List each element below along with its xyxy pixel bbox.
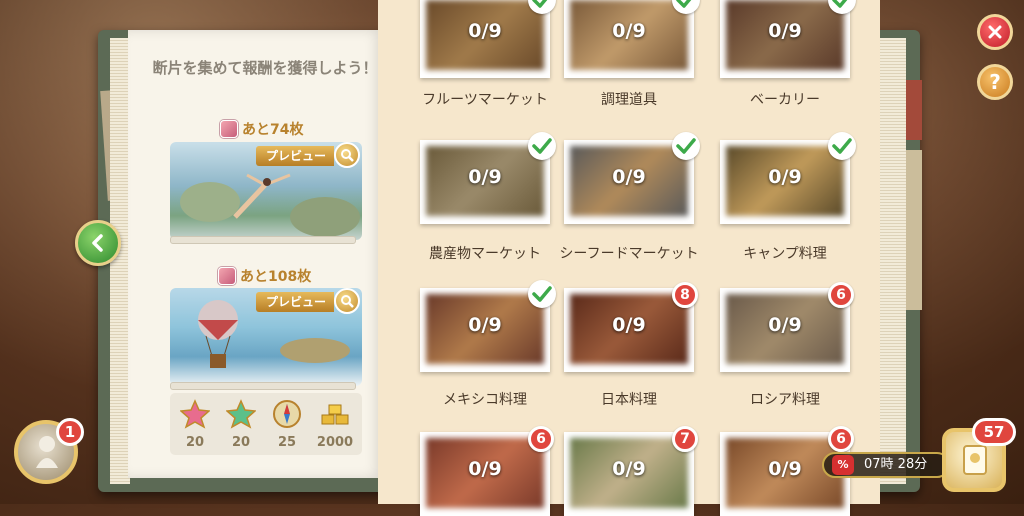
new-shards-badge: 7 <box>672 426 698 452</box>
new-shards-badge: 8 <box>672 282 698 308</box>
percent-icon: % <box>832 455 854 475</box>
reward-value: 20 <box>231 435 251 450</box>
reward2-progress-bar <box>170 382 356 390</box>
gold-bars-icon <box>321 404 349 425</box>
category-label: ベーカリー <box>750 92 820 108</box>
category-label: ロシア料理 <box>750 392 820 408</box>
reward-item: 2000 <box>312 393 358 455</box>
category-count: 0/9 <box>468 314 502 336</box>
category-count: 0/9 <box>468 458 502 480</box>
category-card[interactable]: 0/9 <box>564 0 694 78</box>
reward1-remaining: あと74枚 <box>220 118 303 140</box>
reward2-remaining: あと108枚 <box>218 265 311 287</box>
category-label: メキシコ料理 <box>443 392 527 408</box>
reward-value: 25 <box>277 435 297 450</box>
island-shape <box>280 338 350 363</box>
check-icon <box>672 132 700 160</box>
book-page-edges-left <box>110 38 130 484</box>
category-label: シーフードマーケット <box>559 246 699 262</box>
event-timer: % 07時 28分 <box>822 452 950 478</box>
category-count: 0/9 <box>612 314 646 336</box>
card-pack-icon <box>963 445 987 475</box>
reward2-image[interactable]: プレビュー <box>170 288 362 386</box>
reward1-magnifier-button[interactable] <box>334 142 360 168</box>
reward-value: 2000 <box>316 435 354 450</box>
chevron-left-icon <box>92 234 103 252</box>
reward-item: 20 <box>218 393 264 455</box>
balloon-figure <box>198 300 238 368</box>
category-count: 0/9 <box>612 20 646 42</box>
check-icon <box>528 280 556 308</box>
timer-text: 07時 28分 <box>864 457 928 472</box>
reward1-preview-label[interactable]: プレビュー <box>255 146 334 166</box>
magnifier-icon <box>341 295 354 308</box>
reward-item: 20 <box>172 393 218 455</box>
inventory-badge: 57 <box>972 418 1016 446</box>
reward2-preview-label[interactable]: プレビュー <box>255 292 334 312</box>
reward2-remaining-label: あと108枚 <box>240 269 312 285</box>
book-page-edges-right <box>880 38 906 484</box>
category-count: 0/9 <box>612 458 646 480</box>
close-button[interactable] <box>977 14 1013 50</box>
reward1-remaining-label: あと74枚 <box>242 122 304 138</box>
bottom-rewards-panel: 20 20 25 2000 <box>170 393 362 455</box>
category-label: 日本料理 <box>601 392 657 408</box>
category-label: 農産物マーケット <box>429 246 541 262</box>
reward-value: 20 <box>185 435 205 450</box>
category-count: 0/9 <box>768 20 802 42</box>
category-label: キャンプ料理 <box>743 246 827 262</box>
magnifier-icon <box>341 149 354 162</box>
reward2-magnifier-button[interactable] <box>334 288 360 314</box>
back-button[interactable] <box>75 220 121 266</box>
category-count: 0/9 <box>768 314 802 336</box>
category-label: 調理道具 <box>601 92 657 108</box>
check-icon <box>828 132 856 160</box>
green-star-icon <box>226 399 256 429</box>
intro-text: 断片を集めて報酬を獲得しよう！ <box>152 59 378 77</box>
diver-figure <box>233 173 291 219</box>
category-card[interactable]: 0/9 <box>720 0 850 78</box>
reward-item: 25 <box>264 393 310 455</box>
compass-icon <box>273 400 301 428</box>
new-shards-badge: 6 <box>828 426 854 452</box>
check-icon <box>528 132 556 160</box>
help-button[interactable]: ? <box>977 64 1013 100</box>
reward1-progress-bar <box>170 236 356 244</box>
profile-badge: 1 <box>56 418 84 446</box>
category-count: 0/9 <box>468 166 502 188</box>
pink-star-icon <box>180 399 210 429</box>
new-shards-badge: 6 <box>528 426 554 452</box>
category-count: 0/9 <box>468 20 502 42</box>
new-shards-badge: 6 <box>828 282 854 308</box>
close-icon <box>988 25 1002 39</box>
reward1-image[interactable]: プレビュー <box>170 142 362 240</box>
shard-icon <box>218 267 236 285</box>
island-shape <box>290 197 360 237</box>
shard-icon <box>220 120 238 138</box>
category-count: 0/9 <box>768 166 802 188</box>
category-count: 0/9 <box>612 166 646 188</box>
category-label: フルーツマーケット <box>422 92 548 108</box>
category-card[interactable]: 0/9 <box>420 0 550 78</box>
